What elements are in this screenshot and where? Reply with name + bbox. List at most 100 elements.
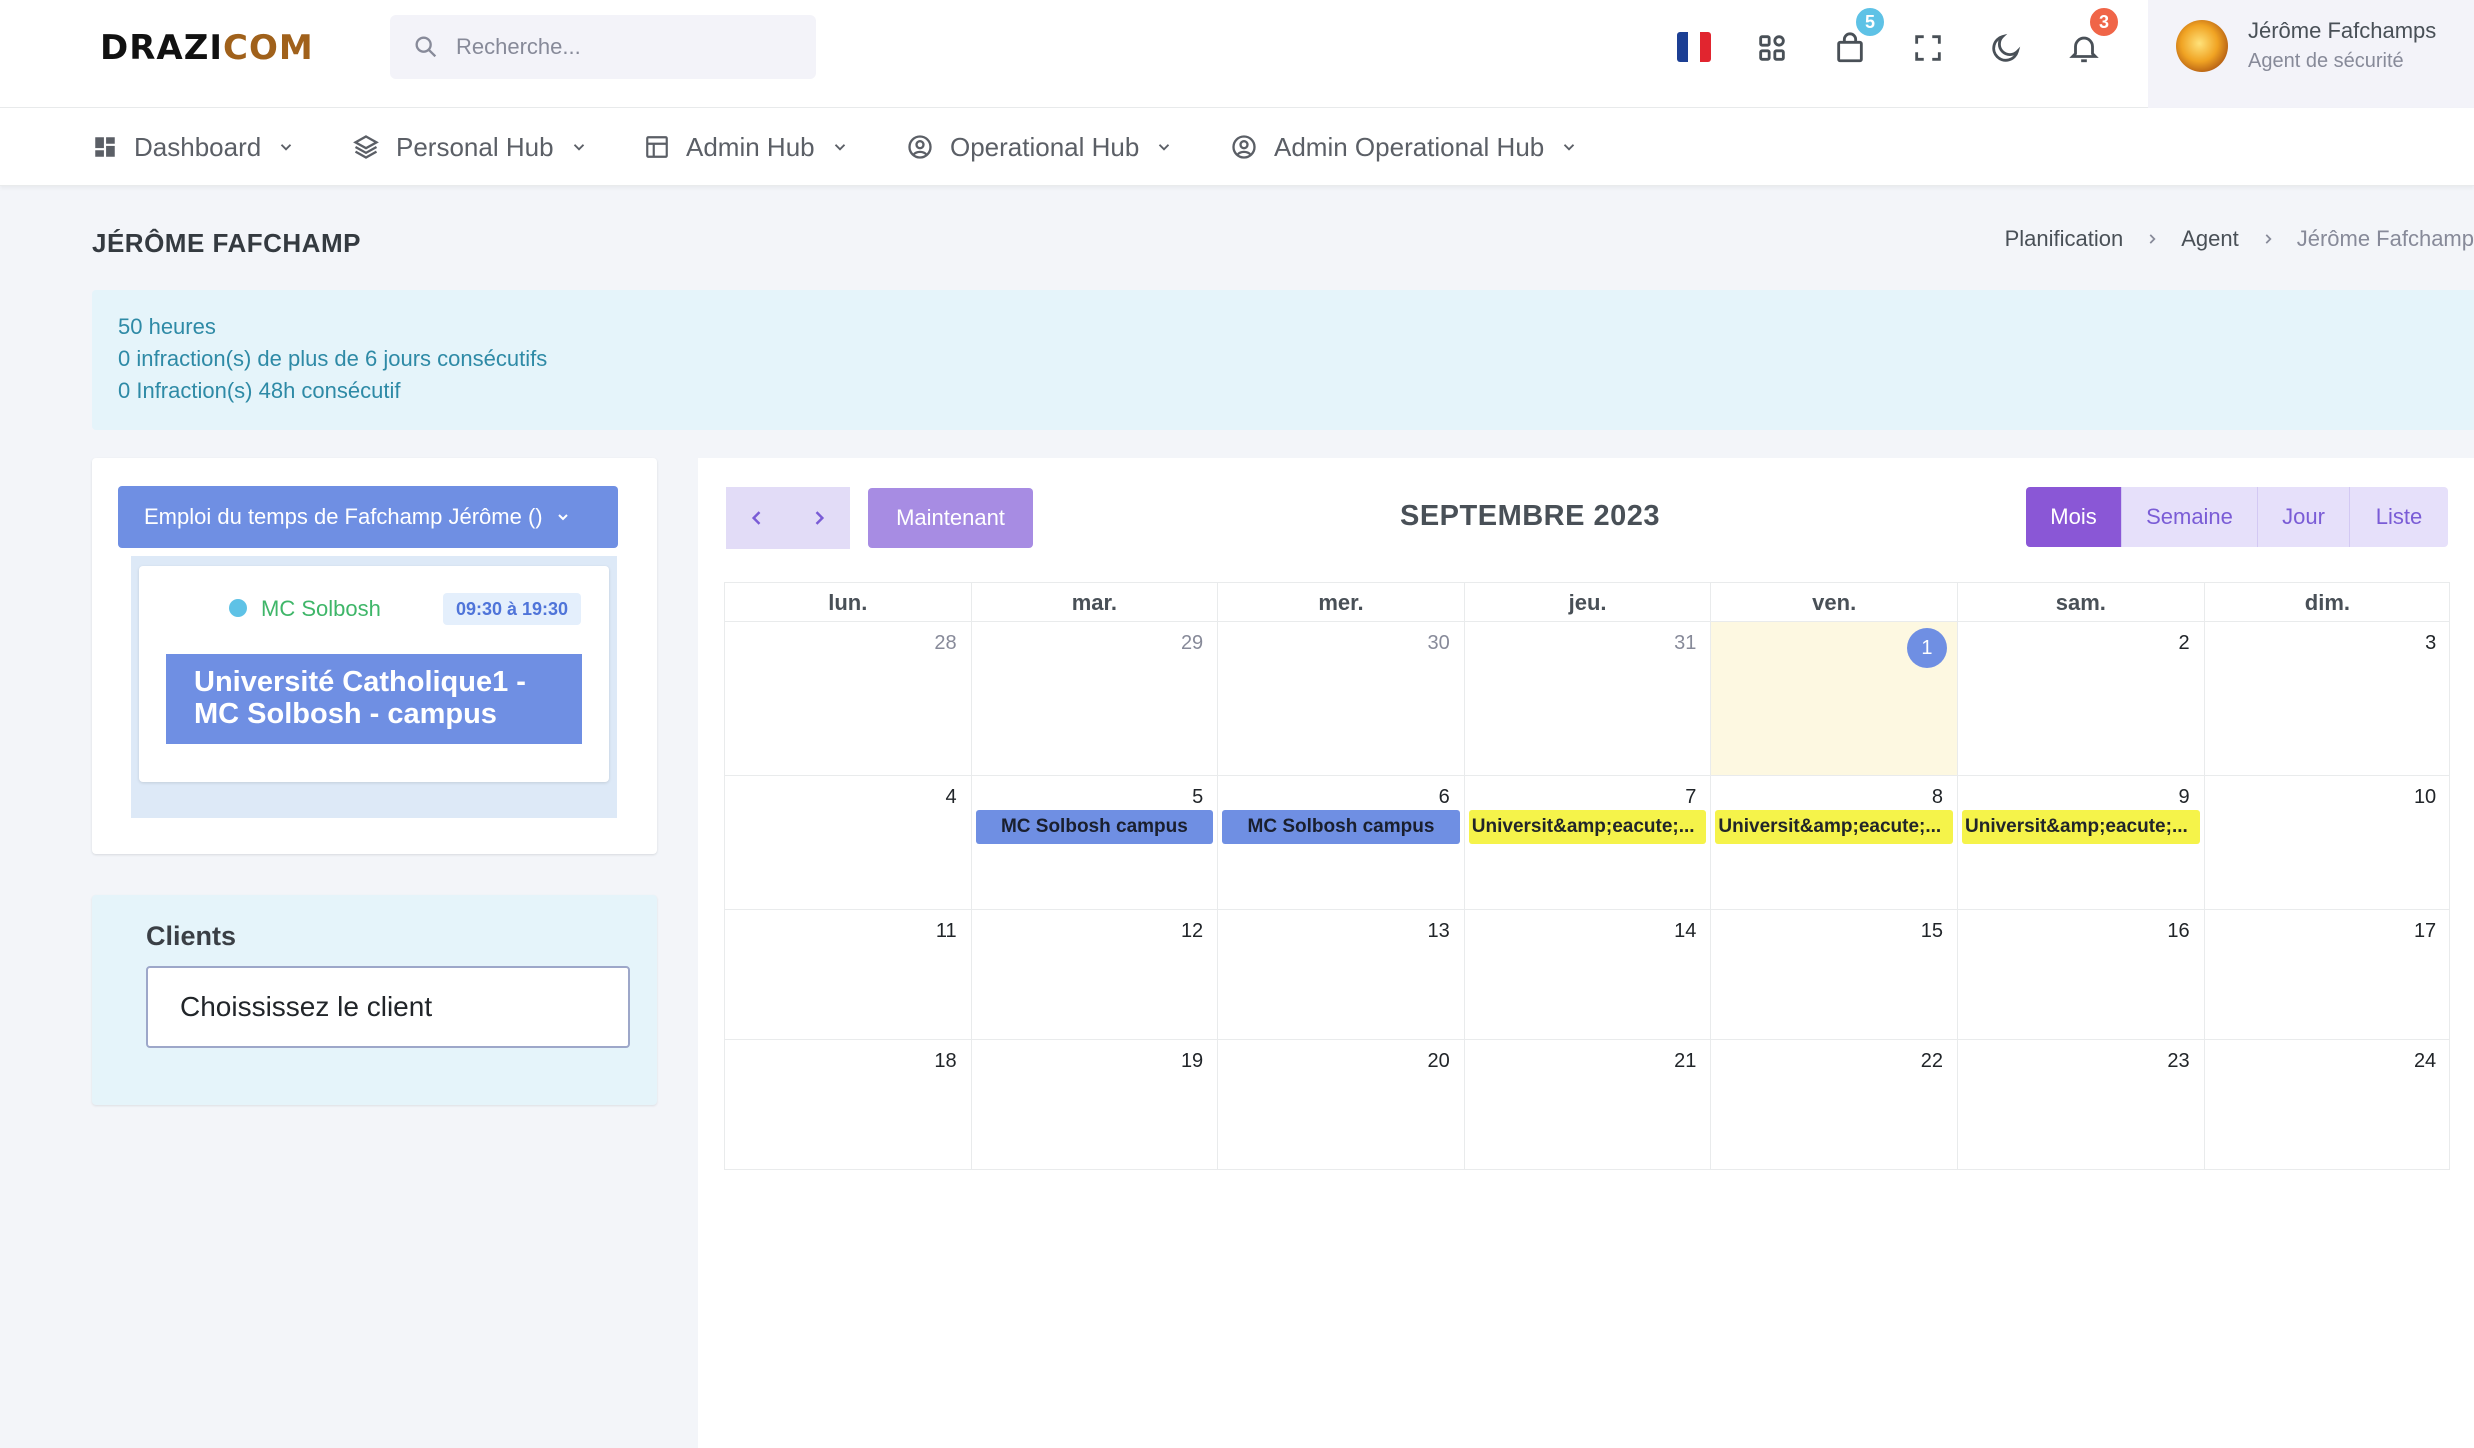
bell-icon[interactable]: 3 [2062,6,2120,70]
france-flag-icon[interactable] [1677,32,1711,62]
day-number[interactable]: 18 [934,1050,956,1073]
calendar-event-universite[interactable]: Universit&amp;eacute;... [1962,810,2200,844]
breadcrumb-planification[interactable]: Planification [2005,226,2124,252]
day-cell[interactable]: 16 [1957,910,2204,1040]
view-week-button[interactable]: Semaine [2122,487,2258,547]
day-number[interactable]: 24 [2414,1050,2436,1073]
day-cell[interactable]: 7 Universit&amp;eacute;... [1463,776,1711,910]
day-number[interactable]: 20 [1428,1050,1450,1073]
time-range-badge: 09:30 à 19:30 [443,593,581,625]
day-number[interactable]: 16 [2167,920,2189,943]
hours-summary-alert: 50 heures 0 infraction(s) de plus de 6 j… [92,290,2474,430]
nav-personal-hub[interactable]: Personal Hub [352,108,588,186]
day-number[interactable]: 10 [2414,786,2436,809]
breadcrumb: Planification Agent Jérôme Fafchamp [2005,226,2474,252]
day-cell[interactable]: 13 [1217,910,1464,1040]
calendar-event-mc-solbosh[interactable]: MC Solbosh campus [1222,810,1460,844]
day-cell[interactable]: 21 [1463,1040,1711,1170]
day-cell[interactable]: 28 [724,622,971,776]
day-cell[interactable]: 4 [724,776,971,910]
breadcrumb-agent[interactable]: Agent [2181,226,2239,252]
day-number[interactable]: 23 [2167,1050,2189,1073]
day-number[interactable]: 31 [1674,632,1696,655]
brand-logo[interactable]: DRAZICOM [100,28,314,68]
day-number[interactable]: 2 [2178,632,2189,655]
chevron-down-icon [573,144,584,151]
user-circle-icon [908,135,932,159]
day-cell[interactable]: 15 [1710,910,1957,1040]
nav-operational-hub[interactable]: Operational Hub [906,108,1173,186]
day-cell[interactable]: 8 Universit&amp;eacute;... [1710,776,1957,910]
day-cell[interactable]: 14 [1463,910,1711,1040]
nav-admin-operational-hub[interactable]: Admin Operational Hub [1230,108,1578,186]
view-month-button[interactable]: Mois [2026,487,2122,547]
prev-month-button[interactable] [726,487,788,549]
user-role: Agent de sécurité [2248,50,2404,72]
day-number[interactable]: 9 [2178,786,2189,809]
day-number[interactable]: 8 [1932,786,1943,809]
day-cell[interactable]: 19 [970,1040,1218,1170]
day-number[interactable]: 19 [1181,1050,1203,1073]
day-number[interactable]: 3 [2425,632,2436,655]
day-cell[interactable]: 29 [970,622,1218,776]
today-button[interactable]: Maintenant [868,488,1033,548]
day-cell[interactable]: 20 [1217,1040,1464,1170]
fullscreen-icon[interactable] [1906,26,1950,70]
day-number[interactable]: 22 [1921,1050,1943,1073]
day-cell[interactable]: 31 [1463,622,1711,776]
draggable-event[interactable]: Université Catholique1 - MC Solbosh - ca… [166,654,582,744]
view-list-button[interactable]: Liste [2350,487,2448,547]
day-cell[interactable]: 12 [970,910,1218,1040]
day-cell[interactable]: 11 [724,910,971,1040]
day-cell[interactable]: 5 MC Solbosh campus [970,776,1218,910]
day-number[interactable]: 21 [1674,1050,1696,1073]
day-number[interactable]: 4 [945,786,956,809]
day-cell[interactable]: 3 [2203,622,2451,776]
day-cell[interactable]: 2 [1957,622,2204,776]
day-cell[interactable]: 9 Universit&amp;eacute;... [1957,776,2204,910]
layers-icon [353,135,379,159]
grid-right-border [2449,622,2451,775]
calendar-event-mc-solbosh[interactable]: MC Solbosh campus [975,810,1214,844]
day-number[interactable]: 7 [1685,786,1696,809]
dark-mode-moon-icon[interactable] [1984,26,2028,70]
day-number[interactable]: 28 [934,632,956,655]
avatar [2176,20,2228,72]
schedule-dropdown-button[interactable]: Emploi du temps de Fafchamp Jérôme () [118,486,618,548]
day-cell[interactable]: 23 [1957,1040,2204,1170]
calendar-event-universite[interactable]: Universit&amp;eacute;... [1715,810,1953,844]
apps-grid-icon[interactable] [1750,26,1794,70]
day-number[interactable]: 6 [1439,786,1450,809]
nav-admin-hub[interactable]: Admin Hub [644,108,849,186]
day-number[interactable]: 29 [1181,632,1203,655]
shopping-bag-icon[interactable]: 5 [1828,6,1886,70]
calendar-title: SEPTEMBRE 2023 [1400,500,1661,532]
day-cell[interactable]: 22 [1710,1040,1957,1170]
day-number[interactable]: 13 [1428,920,1450,943]
day-number[interactable]: 15 [1921,920,1943,943]
today-day-number[interactable]: 1 [1906,628,1947,668]
search-icon [415,36,437,58]
client-select[interactable]: Choississez le client [146,966,630,1048]
nav-dashboard[interactable]: Dashboard [92,108,295,186]
day-cell[interactable]: 24 [2203,1040,2451,1170]
user-profile-menu[interactable]: Jérôme Fafchamps Agent de sécurité [2148,0,2474,108]
day-number[interactable]: 17 [2414,920,2436,943]
day-number[interactable]: 11 [936,920,957,943]
search-input[interactable] [456,15,796,79]
day-cell[interactable]: 17 [2203,910,2451,1040]
day-number[interactable]: 30 [1428,632,1450,655]
day-number[interactable]: 5 [1192,786,1203,809]
chevron-right-icon [815,511,825,525]
calendar-event-universite[interactable]: Universit&amp;eacute;... [1468,810,1707,844]
day-number[interactable]: 14 [1674,920,1696,943]
day-cell[interactable]: 18 [724,1040,971,1170]
day-cell[interactable]: 6 MC Solbosh campus [1217,776,1464,910]
day-number[interactable]: 12 [1181,920,1203,943]
view-day-button[interactable]: Jour [2258,487,2350,547]
day-cell[interactable]: 10 [2203,776,2451,910]
day-cell[interactable]: 1 [1710,622,1957,776]
grid-right-border [2449,776,2451,909]
next-month-button[interactable] [788,487,850,549]
day-cell[interactable]: 30 [1217,622,1464,776]
